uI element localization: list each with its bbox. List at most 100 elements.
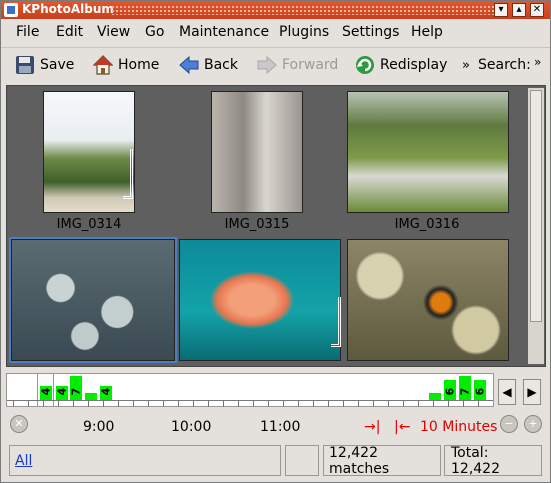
thumbnail-image [11,239,175,361]
histogram-bar[interactable] [85,393,97,400]
title-bar[interactable]: KPhotoAlbum ▾ ▴ ✕ [1,1,550,19]
filter-all-link[interactable]: All [15,453,32,469]
close-button[interactable]: ✕ [530,3,544,17]
save-button[interactable]: Save [15,52,74,78]
histogram-tick [418,401,419,407]
filter-cell: All [9,445,281,476]
histogram-tick [133,401,134,407]
histogram-tick [148,401,149,407]
minimize-button[interactable]: ▾ [494,3,508,17]
histogram-tick [358,401,359,407]
thumbnail-image [211,91,303,213]
date-histogram[interactable]: 4474676 [6,373,494,407]
menu-file[interactable]: File [16,24,39,40]
redisplay-button[interactable]: Redisplay [355,52,447,78]
time-label: 9:00 [83,419,115,435]
zoom-in-icon[interactable]: + [524,415,542,433]
histogram-tick [223,401,224,407]
histogram-tick [178,401,179,407]
maximize-button[interactable]: ▴ [512,3,526,17]
histogram-tick [43,401,44,407]
stack-indicator-icon [331,297,341,347]
clear-range-icon[interactable]: ✕ [10,415,28,433]
histogram-tick [163,401,164,407]
histogram-bar[interactable] [429,393,441,400]
histogram-tick [463,401,464,407]
back-button[interactable]: Back [179,52,238,78]
home-icon [92,55,114,75]
histogram-tick [238,401,239,407]
menu-go[interactable]: Go [145,24,164,40]
histogram-next-button[interactable]: ▶ [523,379,541,405]
back-label: Back [204,57,238,73]
histogram-bar-count: 4 [55,387,69,396]
time-axis-bar: ✕ 9:00 10:00 11:00 →| |← 10 Minutes − + [6,409,546,439]
menu-bar: File Edit View Go Maintenance Plugins Se… [1,21,550,43]
home-button[interactable]: Home [92,52,160,78]
window-title: KPhotoAlbum [22,2,114,16]
matches-cell: 12,422 matches [323,444,441,477]
back-arrow-icon [179,55,199,75]
toolbar-overflow-button[interactable]: » [462,52,470,78]
thumbnail-image [179,239,341,361]
scrollbar-thumb[interactable] [530,90,542,322]
time-label: 10:00 [171,419,212,435]
histogram-tick [208,401,209,407]
app-window: KPhotoAlbum ▾ ▴ ✕ File Edit View Go Main… [0,0,551,483]
histogram-tick [103,401,104,407]
total-count: Total: 12,422 [451,444,500,477]
histogram-axis [7,400,493,407]
histogram-tick [388,401,389,407]
app-icon[interactable] [4,3,18,17]
menu-help[interactable]: Help [411,24,443,40]
histogram-tick [403,401,404,407]
search-label: Search: [478,57,531,73]
histogram-tick [73,401,74,407]
total-cell: Total: 12,422 [444,444,542,477]
refresh-icon [355,55,375,75]
menu-edit[interactable]: Edit [56,24,83,40]
floppy-disk-icon [15,55,35,75]
forward-arrow-icon [257,55,277,75]
search-overflow-button[interactable]: » [534,49,541,75]
menu-settings[interactable]: Settings [342,24,399,40]
histogram-tick [448,401,449,407]
title-bar-grip [111,5,501,15]
range-start-marker-icon: →| [364,419,381,435]
histogram-tick [313,401,314,407]
menu-plugins[interactable]: Plugins [279,24,329,40]
histogram-bar-count: 6 [473,387,487,396]
main-toolbar: Save Home Back Forward Redisplay » Searc… [1,47,550,83]
histogram-tick [193,401,194,407]
histogram-tick [28,401,29,407]
histogram-prev-button[interactable]: ◀ [498,379,516,405]
histogram-bar-count: 7 [69,387,83,396]
status-bar: All 12,422 matches Total: 12,422 [1,443,550,482]
histogram-tick [343,401,344,407]
forward-button[interactable]: Forward [257,52,338,78]
histogram-tick [433,401,434,407]
thumbnail-image [43,91,135,213]
save-label: Save [40,57,75,73]
forward-label: Forward [282,57,339,73]
redisplay-label: Redisplay [380,57,448,73]
histogram-tick [478,401,479,407]
thumbnail-label: IMG_0314 [56,217,122,232]
matches-count: 12,422 matches [329,444,390,477]
histogram-tick [298,401,299,407]
histogram-tick [373,401,374,407]
menu-view[interactable]: View [97,24,130,40]
time-label: 11:00 [260,419,301,435]
histogram-tick [253,401,254,407]
status-empty-cell [285,445,319,476]
histogram-tick [268,401,269,407]
vertical-scrollbar[interactable] [528,88,544,364]
zoom-out-icon[interactable]: − [500,415,518,433]
histogram-bar-count: 4 [99,387,113,396]
stack-indicator-icon [123,149,133,199]
histogram-tick [118,401,119,407]
thumbnail-view[interactable]: IMG_0314 IMG_0315 IMG_0316 [6,85,546,367]
menu-maintenance[interactable]: Maintenance [179,24,269,40]
histogram-bar-count: 7 [458,387,472,396]
home-label: Home [118,57,160,73]
